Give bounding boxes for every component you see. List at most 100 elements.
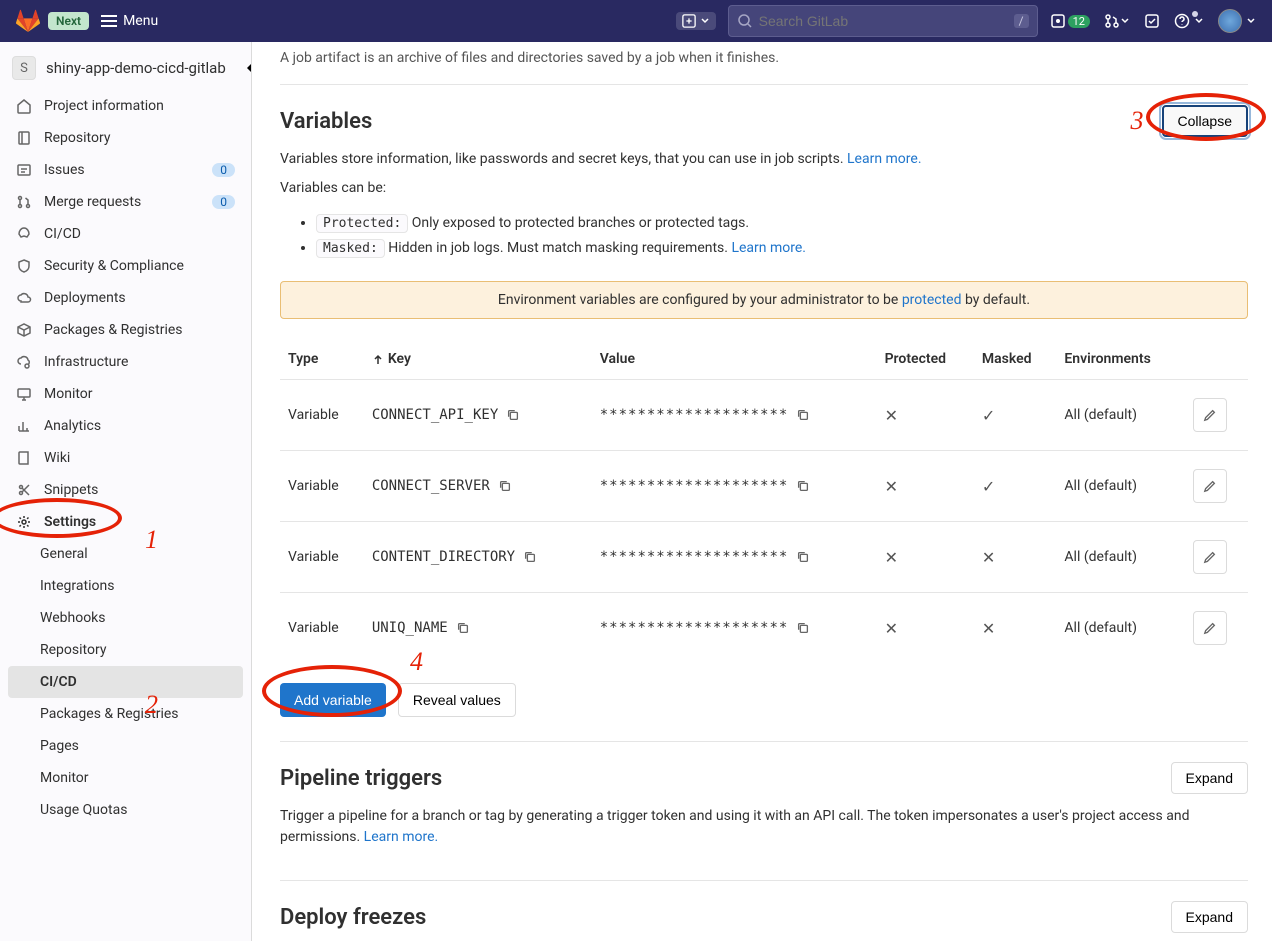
subnav-general[interactable]: General (0, 538, 251, 570)
cell-masked: ✕ (974, 522, 1057, 593)
cell-value: ******************** (600, 549, 811, 565)
sidebar-item-issues[interactable]: Issues 0 (0, 154, 251, 186)
col-masked: Masked (974, 339, 1057, 380)
cell-environments: All (default) (1056, 593, 1185, 664)
main-content: A job artifact is an archive of files an… (252, 42, 1272, 941)
merge-request-icon (16, 194, 32, 210)
project-name: shiny-app-demo-cicd-gitlab (46, 59, 226, 77)
subnav-webhooks[interactable]: Webhooks (0, 602, 251, 634)
sidebar-item-deployments[interactable]: Deployments (0, 282, 251, 314)
menu-button[interactable]: Menu (101, 13, 158, 29)
pipeline-triggers-expand-button[interactable]: Expand (1171, 762, 1248, 794)
variables-section: Variables 3 Collapse Variables store inf… (280, 84, 1248, 742)
cell-key: CONTENT_DIRECTORY (372, 549, 537, 565)
collapse-button[interactable]: Collapse (1162, 105, 1248, 137)
search-icon (737, 13, 753, 29)
copy-icon[interactable] (506, 408, 520, 422)
chevron-down-icon (1194, 16, 1204, 26)
pipeline-triggers-desc: Trigger a pipeline for a branch or tag b… (280, 806, 1248, 848)
cell-environments: All (default) (1056, 451, 1185, 522)
gitlab-logo-icon[interactable] (16, 9, 40, 33)
cell-key: CONNECT_API_KEY (372, 407, 520, 423)
sidebar-item-label: Merge requests (44, 194, 141, 210)
sidebar-item-label: Wiki (44, 450, 70, 466)
cell-masked: ✓ (974, 380, 1057, 451)
deploy-freezes-title: Deploy freezes (280, 905, 426, 930)
subnav-usage-quotas[interactable]: Usage Quotas (0, 794, 251, 826)
sidebar-item-merge-requests[interactable]: Merge requests 0 (0, 186, 251, 218)
sidebar-item-packages[interactable]: Packages & Registries (0, 314, 251, 346)
merge-request-icon (1104, 13, 1120, 29)
cell-masked: ✓ (974, 451, 1057, 522)
user-menu-button[interactable] (1218, 9, 1256, 33)
cell-type: Variable (280, 451, 364, 522)
table-row: Variable CONNECT_SERVER ****************… (280, 451, 1248, 522)
merge-requests-nav-button[interactable] (1104, 13, 1130, 29)
new-dropdown[interactable] (676, 12, 716, 30)
copy-icon[interactable] (796, 408, 810, 422)
subnav-integrations[interactable]: Integrations (0, 570, 251, 602)
deploy-freezes-section: Deploy freezes Expand Add a freeze perio… (280, 881, 1248, 941)
subnav-cicd[interactable]: CI/CD (8, 666, 243, 698)
sidebar-item-snippets[interactable]: Snippets (0, 474, 251, 506)
reveal-values-button[interactable]: Reveal values (398, 683, 516, 717)
pencil-icon (1203, 550, 1217, 564)
cell-protected: ✕ (877, 451, 974, 522)
copy-icon[interactable] (796, 479, 810, 493)
next-badge[interactable]: Next (48, 12, 89, 30)
col-environments: Environments (1056, 339, 1185, 380)
edit-variable-button[interactable] (1193, 611, 1227, 645)
col-key[interactable]: Key (364, 339, 592, 380)
pipeline-triggers-title: Pipeline triggers (280, 766, 442, 791)
subnav-pages[interactable]: Pages (0, 730, 251, 762)
sidebar-item-infrastructure[interactable]: Infrastructure (0, 346, 251, 378)
project-header[interactable]: S shiny-app-demo-cicd-gitlab shiny-app-d… (0, 46, 251, 90)
package-icon (16, 322, 32, 338)
copy-icon[interactable] (498, 479, 512, 493)
artifacts-truncated-text: A job artifact is an archive of files an… (280, 42, 1248, 66)
copy-icon[interactable] (523, 550, 537, 564)
sidebar-item-security[interactable]: Security & Compliance (0, 250, 251, 282)
subnav-packages[interactable]: Packages & Registries (0, 698, 251, 730)
variables-can-be: Variables can be: (280, 178, 1248, 199)
pipeline-triggers-learn-more-link[interactable]: Learn more. (364, 829, 439, 845)
pencil-icon (1203, 621, 1217, 635)
todos-nav-button[interactable] (1144, 13, 1160, 29)
subnav-monitor[interactable]: Monitor (0, 762, 251, 794)
cell-key: CONNECT_SERVER (372, 478, 512, 494)
sidebar-item-label: Repository (44, 130, 110, 146)
add-variable-button[interactable]: Add variable (280, 683, 386, 717)
pipeline-triggers-section: Pipeline triggers Expand Trigger a pipel… (280, 742, 1248, 881)
col-value: Value (592, 339, 877, 380)
sidebar-item-label: Issues (44, 162, 85, 178)
search-input[interactable] (759, 13, 1014, 29)
edit-variable-button[interactable] (1193, 398, 1227, 432)
sidebar-item-analytics[interactable]: Analytics (0, 410, 251, 442)
sidebar-item-monitor[interactable]: Monitor (0, 378, 251, 410)
repository-icon (16, 130, 32, 146)
pencil-icon (1203, 408, 1217, 422)
issues-nav-button[interactable]: 12 (1050, 13, 1090, 29)
subnav-repository[interactable]: Repository (0, 634, 251, 666)
deploy-freezes-expand-button[interactable]: Expand (1171, 901, 1248, 933)
variables-learn-more-link[interactable]: Learn more. (847, 151, 922, 167)
sidebar-item-wiki[interactable]: Wiki (0, 442, 251, 474)
sidebar-item-project-information[interactable]: Project information (0, 90, 251, 122)
cell-environments: All (default) (1056, 522, 1185, 593)
sidebar-item-repository[interactable]: Repository (0, 122, 251, 154)
sidebar-item-cicd[interactable]: CI/CD (0, 218, 251, 250)
masked-learn-more-link[interactable]: Learn more. (731, 240, 806, 256)
cloud-icon (16, 290, 32, 306)
help-nav-button[interactable] (1174, 13, 1204, 29)
pencil-icon (1203, 479, 1217, 493)
edit-variable-button[interactable] (1193, 540, 1227, 574)
copy-icon[interactable] (796, 621, 810, 635)
edit-variable-button[interactable] (1193, 469, 1227, 503)
cell-type: Variable (280, 380, 364, 451)
cloud-gear-icon (16, 354, 32, 370)
search-box[interactable]: / (728, 5, 1038, 37)
copy-icon[interactable] (796, 550, 810, 564)
sidebar-item-settings[interactable]: Settings (0, 506, 251, 538)
admin-protected-link[interactable]: protected (902, 292, 962, 308)
copy-icon[interactable] (456, 621, 470, 635)
